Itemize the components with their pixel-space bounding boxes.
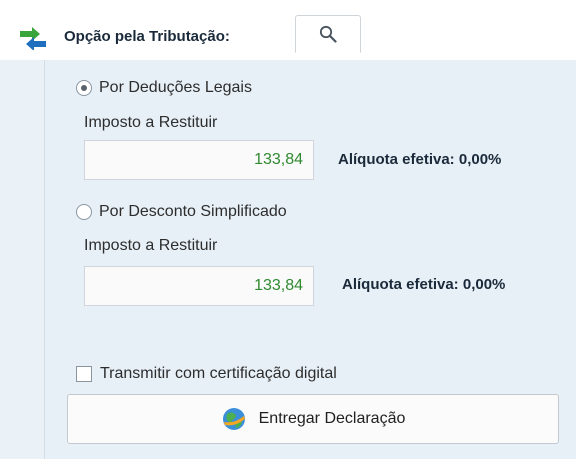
search-icon [319,25,337,43]
entregar-declaracao-label: Entregar Declaração [258,410,406,427]
entregar-declaracao-button[interactable]: Entregar Declaração [67,394,559,444]
tax-option-panel: Opção pela Tributação: Por Deduções Lega… [0,0,576,459]
imposto-restituir-amount-1: 133,84 [254,151,303,168]
certificacao-digital-checkbox[interactable] [76,366,92,382]
tax-option-header: Opção pela Tributação: [0,0,576,60]
certificacao-digital-checkbox-row[interactable]: Transmitir com certificação digital [76,365,337,383]
swap-arrows-icon [20,27,46,50]
aliquota-efetiva-2: Alíquota efetiva: 0,00% [342,276,506,293]
aliquota-efetiva-1: Alíquota efetiva: 0,00% [338,151,502,168]
search-button[interactable] [295,15,361,53]
radio-button-checked[interactable] [76,80,92,96]
globe-icon [222,408,245,430]
imposto-restituir-value-2: 133,84 [84,266,314,306]
imposto-restituir-amount-2: 133,84 [254,277,303,294]
imposto-restituir-value-1: 133,84 [84,140,314,180]
imposto-restituir-label-2: Imposto a Restituir [84,237,218,254]
radio-deducoes-legais-label: Por Deduções Legais [99,79,252,96]
radio-desconto-simplificado[interactable]: Por Desconto Simplificado [76,203,287,221]
certificacao-digital-label: Transmitir com certificação digital [100,365,337,382]
imposto-restituir-label-1: Imposto a Restituir [84,114,218,131]
radio-deducoes-legais[interactable]: Por Deduções Legais [76,79,252,97]
radio-desconto-simplificado-label: Por Desconto Simplificado [99,203,287,220]
tax-option-content: Por Deduções Legais Imposto a Restituir … [44,60,576,459]
radio-button-unchecked[interactable] [76,204,92,220]
tax-option-title: Opção pela Tributação: [64,28,230,45]
